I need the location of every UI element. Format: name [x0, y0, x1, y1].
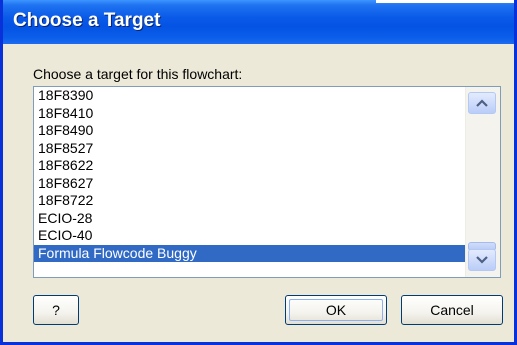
list-item[interactable]: ECIO-40 [34, 227, 465, 245]
chevron-up-icon [476, 99, 488, 107]
title-bar[interactable]: Choose a Target [3, 0, 514, 44]
list-item[interactable]: 18F8410 [34, 105, 465, 123]
list-item[interactable]: 18F8527 [34, 140, 465, 158]
list-item[interactable]: ECIO-28 [34, 210, 465, 228]
dialog-title: Choose a Target [13, 10, 161, 31]
scroll-up-button[interactable] [468, 92, 496, 114]
target-listbox[interactable]: 18F8390 18F8410 18F8490 18F8527 18F8622 18F86… [33, 86, 501, 278]
vertical-scrollbar[interactable] [465, 87, 500, 277]
list-item[interactable]: Formula Flowcode Buggy [34, 244, 465, 262]
list-item[interactable]: 18F8627 [34, 175, 465, 193]
chevron-down-icon [476, 256, 488, 264]
list-item[interactable]: 18F8722 [34, 192, 465, 210]
choose-target-dialog: Choose a Target Choose a target for this… [0, 0, 517, 345]
list-item[interactable]: 18F8490 [34, 122, 465, 140]
list-item[interactable]: 18F8390 [34, 87, 465, 105]
list-item[interactable]: 18F8622 [34, 157, 465, 175]
target-list-items: 18F8390 18F8410 18F8490 18F8527 18F8622 18F86… [34, 87, 465, 277]
help-button[interactable]: ? [33, 295, 79, 325]
prompt-label: Choose a target for this flowchart: [33, 66, 243, 82]
cancel-button[interactable]: Cancel [401, 295, 503, 325]
scroll-down-button[interactable] [468, 249, 496, 271]
title-bar-edge [376, 0, 514, 3]
ok-button[interactable]: OK [285, 295, 387, 325]
focus-ring [289, 299, 383, 321]
